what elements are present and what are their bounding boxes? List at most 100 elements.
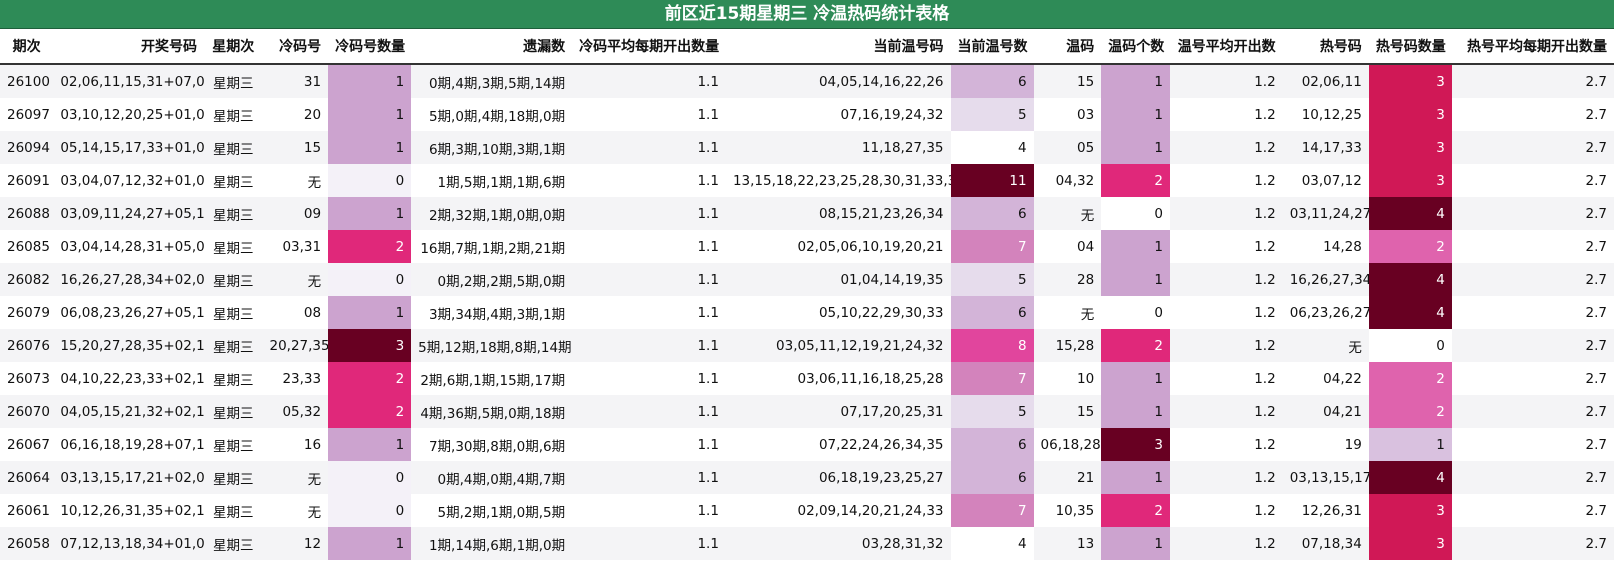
cell-warm-count: 1 [1101, 64, 1170, 98]
cell-warm-current-numbers: 04,05,14,16,22,26 [725, 64, 951, 98]
cell-hot-count: 2 [1368, 362, 1452, 395]
header-row: 期次 开奖号码 星期次 冷码号 冷码号数量 遗漏数 冷码平均每期开出数量 当前温号码 当前温号数… [0, 29, 1614, 65]
cell-cold-numbers: 23,33 [262, 362, 329, 395]
cell-warm-current-count: 5 [950, 395, 1034, 428]
cell-weekday: 星期三 [204, 230, 263, 263]
cell-issue: 26094 [0, 131, 54, 164]
cell-cold-count: 0 [328, 461, 412, 494]
cell-cold-count: 1 [328, 428, 412, 461]
cell-cold-avg: 1.1 [572, 64, 726, 98]
cell-cold-numbers: 20 [262, 98, 329, 131]
cell-hot-numbers: 07,18,34 [1282, 527, 1369, 560]
cell-warm-avg: 1.2 [1169, 494, 1283, 527]
cell-warm-numbers: 15,28 [1033, 329, 1102, 362]
cell-cold-count: 2 [328, 230, 412, 263]
table-row: 26061 10,12,26,31,35+02,12 星期三无 0 5期,2期,1期,0… [0, 494, 1614, 527]
cell-warm-avg: 1.2 [1169, 164, 1283, 197]
cell-warm-current-count: 6 [950, 64, 1034, 98]
cell-issue: 26082 [0, 263, 54, 296]
cell-hot-count: 4 [1368, 263, 1452, 296]
cell-weekday: 星期三 [204, 197, 263, 230]
cell-warm-current-count: 6 [950, 197, 1034, 230]
cell-weekday: 星期三 [204, 131, 263, 164]
column-header-warm-count: 温码个数 [1101, 29, 1170, 65]
cell-warm-count: 2 [1101, 329, 1170, 362]
cell-hot-numbers: 02,06,11 [1282, 64, 1369, 98]
cell-miss-count: 1期,5期,1期,1期,6期 [411, 164, 573, 197]
cell-hot-avg: 2.7 [1451, 164, 1614, 197]
cell-hot-avg: 2.7 [1451, 131, 1614, 164]
cell-hot-avg: 2.7 [1451, 230, 1614, 263]
table-row: 26064 03,13,15,17,21+02,07 星期三无 0 0期,4期,0期,4… [0, 461, 1614, 494]
cell-cold-avg: 1.1 [572, 197, 726, 230]
cell-warm-avg: 1.2 [1169, 263, 1283, 296]
cell-warm-avg: 1.2 [1169, 527, 1283, 560]
table-row: 26091 03,04,07,12,32+01,02 星期三无 0 1期,5期,1期,1… [0, 164, 1614, 197]
cell-issue: 26070 [0, 395, 54, 428]
cell-warm-current-numbers: 06,18,19,23,25,27 [725, 461, 951, 494]
cell-draw-numbers: 04,05,15,21,32+02,11 [53, 395, 205, 428]
cell-draw-numbers: 03,04,07,12,32+01,02 [53, 164, 205, 197]
cell-hot-avg: 2.7 [1451, 395, 1614, 428]
cell-warm-numbers: 04 [1033, 230, 1102, 263]
cell-hot-numbers: 19 [1282, 428, 1369, 461]
cell-warm-count: 1 [1101, 98, 1170, 131]
cell-cold-avg: 1.1 [572, 428, 726, 461]
cell-miss-count: 6期,3期,10期,3期,1期 [411, 131, 573, 164]
cell-hot-avg: 2.7 [1451, 461, 1614, 494]
cell-cold-numbers: 无 [262, 263, 329, 296]
cell-warm-avg: 1.2 [1169, 64, 1283, 98]
cell-miss-count: 4期,36期,5期,0期,18期 [411, 395, 573, 428]
cell-warm-numbers: 28 [1033, 263, 1102, 296]
table-row: 26058 07,12,13,18,34+01,05 星期三 12 1 1期,14期,6期… [0, 527, 1614, 560]
cell-draw-numbers: 03,10,12,20,25+01,09 [53, 98, 205, 131]
cell-warm-numbers: 无 [1033, 296, 1102, 329]
column-header-issue: 期次 [0, 29, 54, 65]
cell-miss-count: 5期,12期,18期,8期,14期 [411, 329, 573, 362]
cell-cold-count: 1 [328, 98, 412, 131]
cell-draw-numbers: 16,26,27,28,34+02,06 [53, 263, 205, 296]
cell-cold-numbers: 20,27,35 [262, 329, 329, 362]
cell-warm-count: 1 [1101, 131, 1170, 164]
cell-cold-numbers: 12 [262, 527, 329, 560]
cell-hot-avg: 2.7 [1451, 263, 1614, 296]
cell-cold-count: 0 [328, 164, 412, 197]
cell-cold-count: 1 [328, 296, 412, 329]
cell-hot-avg: 2.7 [1451, 494, 1614, 527]
cell-warm-current-count: 4 [950, 527, 1034, 560]
cell-warm-current-count: 7 [950, 494, 1034, 527]
cell-issue: 26067 [0, 428, 54, 461]
cell-warm-avg: 1.2 [1169, 296, 1283, 329]
cell-warm-current-numbers: 02,05,06,10,19,20,21 [725, 230, 951, 263]
cell-warm-avg: 1.2 [1169, 395, 1283, 428]
cell-cold-avg: 1.1 [572, 296, 726, 329]
cell-warm-current-numbers: 11,18,27,35 [725, 131, 951, 164]
cell-warm-current-numbers: 07,16,19,24,32 [725, 98, 951, 131]
cell-miss-count: 2期,6期,1期,15期,17期 [411, 362, 573, 395]
cell-hot-numbers: 03,11,24,27 [1282, 197, 1369, 230]
cell-hot-avg: 2.7 [1451, 98, 1614, 131]
cell-weekday: 星期三 [204, 98, 263, 131]
cell-warm-current-numbers: 13,15,18,22,23,25,28,30,31,33,35 [725, 164, 951, 197]
cell-warm-avg: 1.2 [1169, 131, 1283, 164]
cell-weekday: 星期三 [204, 263, 263, 296]
cell-warm-current-numbers: 05,10,22,29,30,33 [725, 296, 951, 329]
cell-cold-avg: 1.1 [572, 164, 726, 197]
cell-hot-avg: 2.7 [1451, 362, 1614, 395]
cell-issue: 26058 [0, 527, 54, 560]
cell-issue: 26061 [0, 494, 54, 527]
table-row: 26067 06,16,18,19,28+07,11 星期三 16 1 7期,30期,8期… [0, 428, 1614, 461]
cell-hot-count: 4 [1368, 296, 1452, 329]
cell-miss-count: 0期,4期,3期,5期,14期 [411, 64, 573, 98]
column-header-draw-numbers: 开奖号码 [53, 29, 205, 65]
cell-cold-numbers: 09 [262, 197, 329, 230]
cell-hot-numbers: 16,26,27,34 [1282, 263, 1369, 296]
cell-warm-count: 1 [1101, 230, 1170, 263]
column-header-miss-count: 遗漏数 [411, 29, 573, 65]
cell-cold-avg: 1.1 [572, 527, 726, 560]
cell-warm-current-count: 4 [950, 131, 1034, 164]
table-row: 26076 15,20,27,28,35+02,11 星期三 20,27,35 3 5期,… [0, 329, 1614, 362]
cell-warm-avg: 1.2 [1169, 362, 1283, 395]
cell-cold-count: 0 [328, 494, 412, 527]
cell-warm-numbers: 04,32 [1033, 164, 1102, 197]
